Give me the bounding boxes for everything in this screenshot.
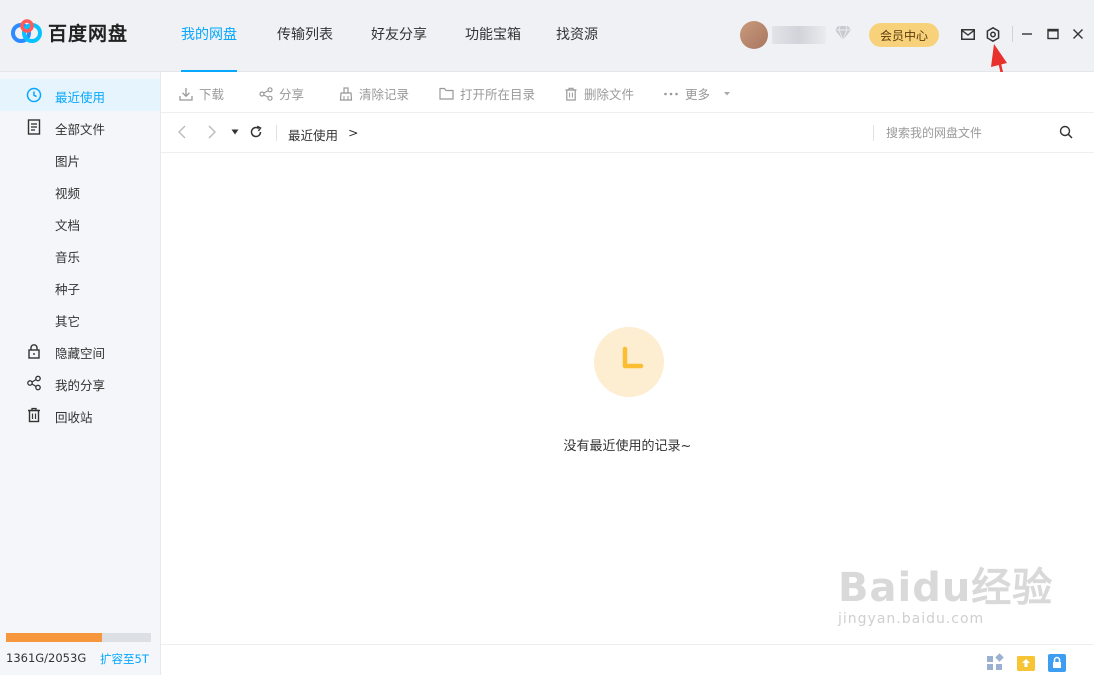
clear-records-label: 清除记录 — [359, 87, 410, 102]
safe-box-icon[interactable] — [1047, 653, 1067, 673]
avatar[interactable] — [740, 21, 768, 49]
caret-down-icon — [724, 91, 731, 95]
sidebar-item-recent[interactable]: 最近使用 — [0, 79, 160, 111]
app-logo: 百度网盘 — [10, 18, 128, 46]
delete-file-label: 删除文件 — [584, 87, 635, 102]
watermark-sub: jingyan.baidu.com — [838, 611, 985, 627]
breadcrumb[interactable]: 最近使用 — [288, 125, 338, 144]
toolbar: 下载 分享 清除记录 打开所在目录 删除文件 更多 — [161, 72, 1094, 113]
tab-friend-share[interactable]: 好友分享 — [371, 24, 427, 44]
username-blurred[interactable] — [772, 26, 826, 44]
empty-state-illustration — [594, 327, 664, 397]
sidebar-item-torrents[interactable]: 种子 — [0, 271, 160, 303]
upload-folder-icon[interactable] — [1016, 653, 1036, 673]
open-folder-label: 打开所在目录 — [460, 87, 536, 102]
mail-icon[interactable] — [959, 25, 977, 43]
sidebar-item-label: 种子 — [55, 282, 81, 297]
share-button[interactable]: 分享 — [259, 84, 304, 103]
bottom-bar — [161, 644, 1094, 675]
file-icon — [27, 119, 41, 135]
sidebar-item-all-files[interactable]: 全部文件 — [0, 111, 160, 143]
delete-file-button[interactable]: 删除文件 — [564, 84, 634, 103]
sidebar-item-label: 回收站 — [55, 410, 93, 425]
empty-state-text: 没有最近使用的记录~ — [563, 439, 692, 454]
sidebar: 最近使用 全部文件 图片 视频 文档 音乐 种子 其它 隐藏空间 我的分享 回收… — [0, 72, 161, 675]
share-icon — [259, 86, 273, 101]
tab-find-resources[interactable]: 找资源 — [556, 24, 598, 44]
download-button[interactable]: 下载 — [179, 84, 224, 103]
sidebar-item-label: 我的分享 — [55, 378, 106, 393]
sidebar-item-documents[interactable]: 文档 — [0, 207, 160, 239]
clock-icon — [26, 87, 42, 103]
sidebar-item-my-shares[interactable]: 我的分享 — [0, 367, 160, 399]
open-folder-button[interactable]: 打开所在目录 — [439, 84, 535, 103]
baidu-jingyan-watermark: Baidu经验 jingyan.baidu.com — [838, 555, 1053, 627]
tab-toolbox[interactable]: 功能宝箱 — [465, 24, 521, 44]
download-icon — [179, 87, 193, 101]
trash-icon — [565, 87, 577, 101]
more-label: 更多 — [685, 87, 711, 102]
storage-progress-bar — [6, 633, 151, 642]
folder-icon — [439, 87, 454, 100]
clear-records-button[interactable]: 清除记录 — [339, 84, 409, 103]
expand-storage-link[interactable]: 扩容至5T — [100, 651, 149, 667]
baidu-netdisk-logo-icon — [11, 19, 42, 43]
sidebar-item-label: 文档 — [55, 218, 81, 233]
title-bar: 百度网盘 我的网盘 传输列表 好友分享 功能宝箱 找资源 会员中心 — [0, 0, 1094, 72]
search-separator — [873, 125, 874, 141]
breadcrumb-separator[interactable]: > — [348, 125, 358, 140]
more-dots-icon — [664, 92, 678, 95]
storage-progress-fill — [6, 633, 103, 642]
sidebar-item-music[interactable]: 音乐 — [0, 239, 160, 271]
search-icon[interactable] — [1059, 125, 1073, 139]
storage-usage-text: 1361G/2053G — [6, 651, 87, 665]
sidebar-item-label: 隐藏空间 — [55, 346, 106, 361]
more-button[interactable]: 更多 — [663, 84, 738, 103]
sidebar-item-label: 最近使用 — [55, 90, 106, 105]
vip-center-button[interactable]: 会员中心 — [869, 23, 939, 47]
sidebar-item-hidden-space[interactable]: 隐藏空间 — [0, 335, 160, 367]
tab-my-netdisk[interactable]: 我的网盘 — [181, 24, 237, 44]
sidebar-item-recycle-bin[interactable]: 回收站 — [0, 399, 160, 431]
close-icon[interactable] — [1069, 25, 1087, 43]
sidebar-item-videos[interactable]: 视频 — [0, 175, 160, 207]
forward-icon[interactable] — [207, 125, 217, 139]
watermark-main: Baidu经验 — [838, 565, 1054, 611]
search-input[interactable] — [886, 121, 1046, 145]
apps-grid-icon[interactable] — [985, 653, 1005, 673]
history-dropdown-icon[interactable] — [231, 129, 239, 135]
clock-hands-icon — [622, 346, 644, 369]
sidebar-item-label: 全部文件 — [55, 122, 106, 137]
sidebar-item-label: 视频 — [55, 186, 81, 201]
sidebar-item-images[interactable]: 图片 — [0, 143, 160, 175]
path-bar: 最近使用 > — [161, 113, 1094, 153]
broom-icon — [339, 86, 353, 101]
share-label: 分享 — [279, 87, 305, 102]
app-name: 百度网盘 — [48, 22, 129, 45]
lock-icon — [28, 344, 40, 359]
sidebar-item-label: 图片 — [55, 154, 81, 169]
refresh-icon[interactable] — [249, 125, 263, 139]
back-icon[interactable] — [177, 125, 187, 139]
pathbar-separator — [276, 125, 277, 141]
diamond-icon[interactable] — [834, 25, 852, 41]
tab-transfer-list[interactable]: 传输列表 — [277, 24, 333, 44]
maximize-icon[interactable] — [1044, 25, 1062, 43]
sidebar-item-label: 音乐 — [55, 250, 81, 265]
share-icon — [27, 375, 41, 391]
sidebar-item-others[interactable]: 其它 — [0, 303, 160, 335]
sidebar-item-label: 其它 — [55, 314, 81, 329]
trash-icon — [28, 407, 40, 423]
download-label: 下载 — [199, 87, 225, 102]
